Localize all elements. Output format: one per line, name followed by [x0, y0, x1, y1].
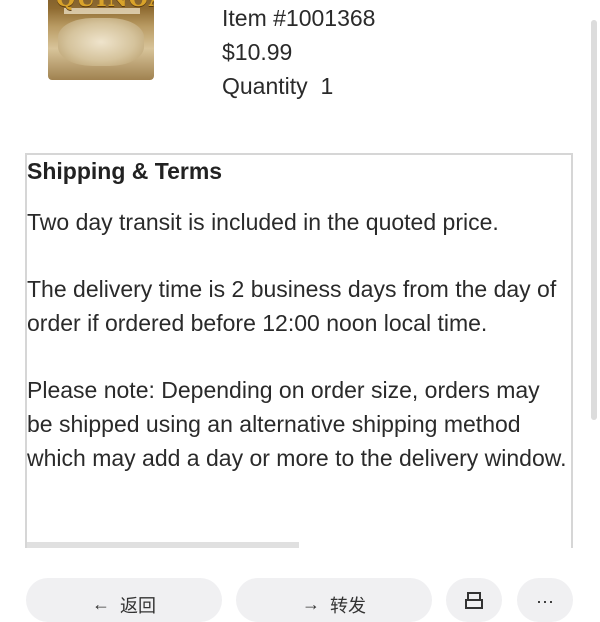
shipping-terms-body: Two day transit is included in the quote…: [27, 205, 567, 508]
more-button[interactable]: ⋯: [517, 578, 573, 622]
back-button-label: 返回: [120, 596, 156, 616]
terms-paragraph-note: Please note: Depending on order size, or…: [27, 377, 567, 471]
print-icon: [464, 592, 484, 617]
forward-button[interactable]: → 转发: [236, 578, 432, 622]
more-icon: ⋯: [536, 592, 554, 612]
quinoa-grain-illustration: [58, 18, 144, 66]
print-button[interactable]: [446, 578, 502, 622]
item-quantity: Quantity 1: [222, 72, 375, 106]
terms-paragraph-delivery-time: The delivery time is 2 business days fro…: [27, 276, 557, 336]
horizontal-scrollbar[interactable]: [27, 542, 299, 548]
item-number: Item #1001368: [222, 5, 376, 31]
terms-paragraph-transit: Two day transit is included in the quote…: [27, 209, 499, 235]
item-price: $10.99: [222, 39, 293, 65]
shipping-terms-panel[interactable]: Shipping & Terms Two day transit is incl…: [25, 153, 573, 548]
forward-button-label: 转发: [330, 596, 366, 616]
quantity-label: Quantity: [222, 73, 308, 99]
product-brand-logo: QUINOA: [56, 0, 154, 12]
left-arrow-icon: ←: [92, 594, 110, 614]
product-image: QUINOA: [48, 0, 154, 80]
back-button[interactable]: ← 返回: [26, 578, 222, 622]
vertical-scrollbar[interactable]: [591, 20, 597, 420]
shipping-terms-title: Shipping & Terms: [27, 158, 223, 184]
right-arrow-icon: →: [302, 594, 320, 614]
item-details: Item #1001368 $10.99 Quantity 1: [222, 4, 375, 106]
vertical-scrollbar-thumb[interactable]: [591, 20, 597, 420]
quantity-value: 1: [320, 73, 334, 99]
bottom-action-bar: ← 返回 → 转发 ⋯: [0, 575, 600, 622]
